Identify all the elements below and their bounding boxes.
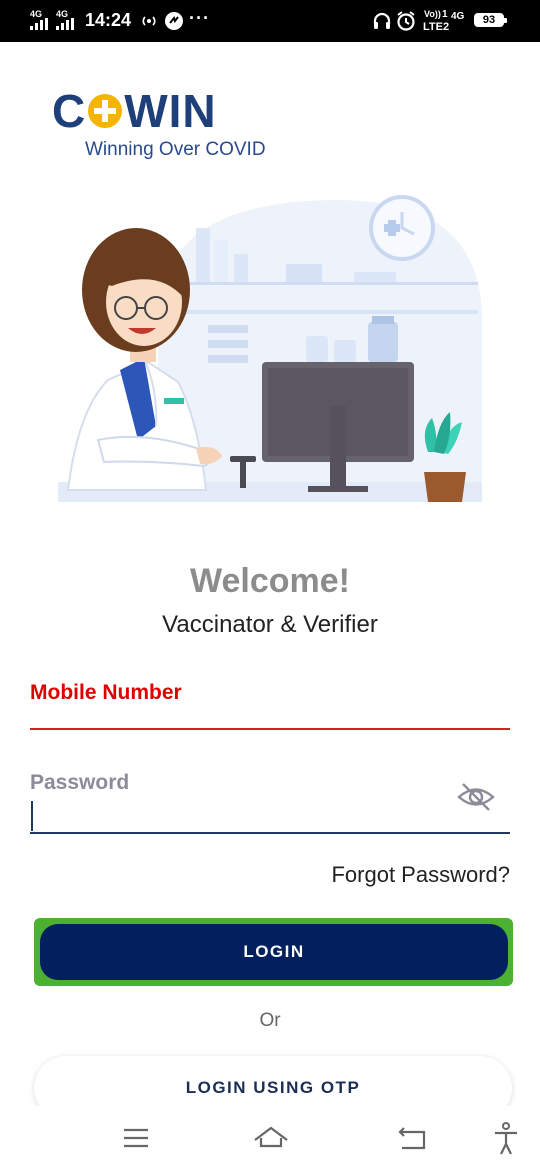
logo-letters-win: WIN	[124, 85, 217, 137]
more-notifications: ···	[189, 8, 210, 28]
volte-label: Vo))	[424, 9, 441, 19]
logo-wordmark: C WIN	[52, 88, 217, 142]
network-type-3: 4G	[451, 11, 465, 22]
doctor-illustration	[58, 195, 482, 502]
logo-letter-c: C	[52, 85, 87, 137]
plus-icon	[88, 94, 123, 128]
password-field[interactable]	[30, 800, 510, 834]
menu-icon	[124, 1128, 148, 1148]
role-subtitle: Vaccinator & Verifier	[162, 611, 378, 638]
signal-icon-1	[30, 18, 50, 30]
home-icon	[254, 1126, 288, 1148]
battery-icon: 93	[474, 13, 507, 27]
eye-off-icon	[457, 783, 495, 811]
cowin-logo: C WIN Winning Over COVID	[52, 88, 292, 168]
mobile-number-field[interactable]	[30, 728, 510, 730]
forgot-password-link[interactable]: Forgot Password?	[331, 862, 510, 888]
login-button[interactable]: LOGIN	[40, 924, 508, 980]
hotspot-icon	[142, 16, 156, 26]
sim-slot: 1	[442, 9, 448, 20]
system-navigation-bar	[0, 1106, 540, 1170]
alarm-icon	[397, 11, 415, 31]
menu-button[interactable]	[116, 1118, 156, 1158]
password-label: Password	[30, 771, 130, 794]
headphones-icon	[373, 12, 391, 29]
home-button[interactable]	[251, 1118, 291, 1158]
toggle-password-visibility-button[interactable]	[456, 780, 496, 814]
text-cursor	[31, 801, 33, 831]
clock: 14:24	[85, 10, 132, 30]
back-button[interactable]	[392, 1118, 432, 1158]
mobile-number-label: Mobile Number	[30, 681, 182, 704]
status-bar: 4G 4G 14:24 ··· Vo)) 1 LTE2 4G 93	[0, 0, 540, 42]
back-icon	[398, 1127, 426, 1150]
logo-tagline: Winning Over COVID	[85, 139, 266, 160]
lte-label: LTE2	[423, 21, 450, 33]
signal-icon-2	[56, 18, 76, 30]
accessibility-button[interactable]	[486, 1118, 526, 1158]
welcome-title: Welcome!	[190, 562, 350, 600]
accessibility-icon	[495, 1122, 517, 1155]
data-saver-icon	[165, 12, 183, 30]
or-divider-text: Or	[259, 1010, 281, 1031]
